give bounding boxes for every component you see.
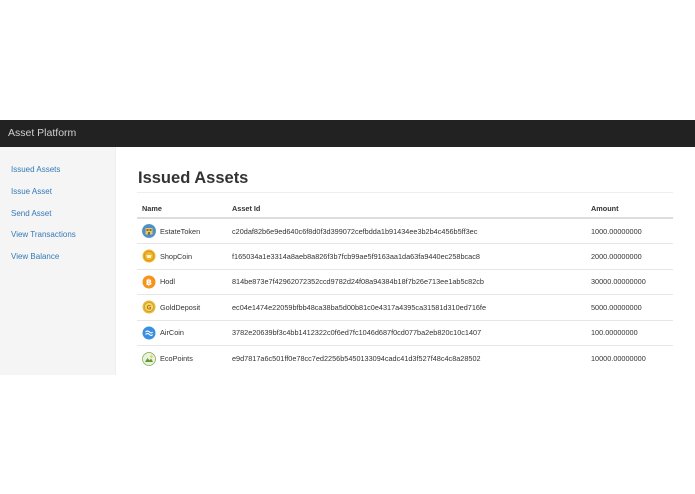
asset-id-cell: 3782e20639bf3c4bb1412322c0f6ed7fc1046d68…	[227, 319, 586, 346]
asset-id-cell: ec04e1474e22059bfbb48ca38ba5d00b81c0e431…	[227, 294, 586, 320]
amount-cell: 2000.00000000	[586, 243, 673, 269]
asset-name: GoldDeposit	[160, 302, 201, 312]
sidebar-item-send-asset[interactable]: Send Asset	[11, 209, 51, 218]
asset-name: AirCoin	[160, 328, 184, 338]
amount-cell: 30000.00000000	[586, 268, 673, 295]
brand-title[interactable]: Asset Platform	[8, 127, 76, 139]
name-cell: EcoPoints	[137, 345, 227, 371]
table-row[interactable]: ฿ Hodl 814be873e7f42962072352ccd9782d24f…	[137, 268, 673, 295]
sidebar: Issued Assets Issue Asset Send Asset Vie…	[0, 147, 116, 375]
amount-cell: 10000.00000000	[586, 345, 673, 371]
table-row[interactable]: ShopCoin f165034a1e3314a8aeb8a826f3b7fcb…	[137, 243, 673, 269]
amount-cell: 1000.00000000	[586, 217, 673, 244]
name-cell: ฿ Hodl	[137, 268, 227, 295]
page-title: Issued Assets	[138, 169, 249, 187]
table-row[interactable]: AirCoin 3782e20639bf3c4bb1412322c0f6ed7f…	[137, 319, 673, 346]
amount-cell: 100.00000000	[586, 319, 673, 346]
name-cell: AirCoin	[137, 319, 227, 346]
ecopoints-icon	[142, 351, 156, 366]
sidebar-item-issued-assets[interactable]: Issued Assets	[11, 165, 60, 174]
asset-name: EstateToken	[160, 226, 201, 236]
header-amount: Amount	[586, 200, 673, 219]
asset-name: ShopCoin	[160, 251, 193, 261]
shopcoin-icon	[142, 249, 156, 263]
sidebar-item-view-balance[interactable]: View Balance	[11, 252, 59, 261]
gold-coin-icon: G	[142, 300, 156, 314]
table-row[interactable]: EcoPoints e9d7817a6c501ff0e78cc7ed2256b5…	[137, 345, 673, 371]
sidebar-item-view-transactions[interactable]: View Transactions	[11, 230, 76, 239]
aircoin-icon	[142, 326, 156, 340]
svg-text:฿: ฿	[146, 278, 152, 288]
asset-id-cell: f165034a1e3314a8aeb8a826f3b7fcb99ae5f916…	[227, 243, 586, 269]
asset-id-cell: e9d7817a6c501ff0e78cc7ed2256b5450133094c…	[227, 345, 586, 371]
asset-id-cell: 814be873e7f42962072352ccd9782d24f08a9438…	[227, 268, 586, 295]
name-cell: ShopCoin	[137, 243, 227, 269]
title-divider	[137, 192, 673, 193]
name-cell: EstateToken	[137, 217, 227, 244]
asset-name: EcoPoints	[160, 354, 193, 363]
estate-token-icon	[142, 224, 156, 238]
amount-cell: 5000.00000000	[586, 294, 673, 320]
svg-text:G: G	[147, 305, 152, 312]
top-navbar: Asset Platform	[0, 120, 695, 147]
bitcoin-icon: ฿	[142, 275, 156, 289]
assets-table: Name Asset Id Amount EstateToken c20daf8…	[137, 200, 673, 371]
header-name: Name	[137, 200, 227, 219]
asset-id-cell: c20daf82b6e9ed640c6f8d0f3d399072cefbdda1…	[227, 217, 586, 244]
sidebar-item-issue-asset[interactable]: Issue Asset	[11, 187, 52, 196]
name-cell: G GoldDeposit	[137, 294, 227, 320]
table-row[interactable]: EstateToken c20daf82b6e9ed640c6f8d0f3d39…	[137, 217, 673, 244]
table-row[interactable]: G GoldDeposit ec04e1474e22059bfbb48ca38b…	[137, 294, 673, 320]
header-asset-id: Asset Id	[227, 200, 586, 219]
asset-name: Hodl	[160, 277, 176, 287]
table-header-row: Name Asset Id Amount	[137, 200, 673, 219]
